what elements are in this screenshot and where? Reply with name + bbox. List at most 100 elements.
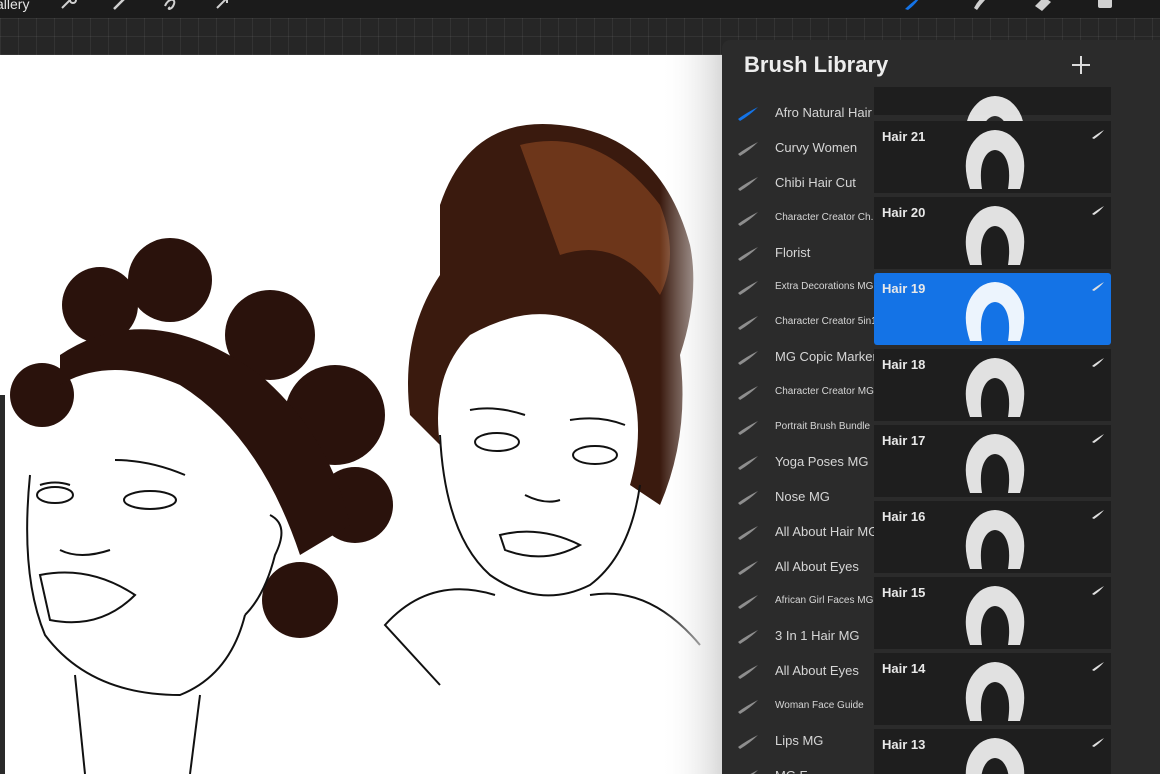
transform-icon[interactable] — [212, 0, 234, 14]
brush-set-item[interactable]: Yoga Poses MG — [722, 444, 874, 479]
brush-stroke-icon — [1091, 355, 1105, 367]
brush-set-label: All About Eyes — [775, 558, 859, 574]
wrench-icon[interactable] — [58, 0, 80, 14]
brush-set-item[interactable]: Lips MG — [722, 723, 874, 758]
layers-icon[interactable] — [1094, 0, 1116, 14]
brush-stroke-icon — [736, 591, 760, 611]
brush-set-item[interactable]: African Girl Faces MG — [722, 583, 874, 618]
panel-title: Brush Library — [744, 52, 889, 77]
brush-stroke-icon — [736, 487, 760, 507]
brush-item[interactable]: Hair 20 — [874, 197, 1111, 269]
brush-set-label: Chibi Hair Cut — [775, 174, 856, 190]
brush-set-item[interactable]: Character Creator 5in1 — [722, 304, 877, 339]
brush-set-item[interactable]: Portrait Brush Bundle — [722, 409, 874, 444]
brush-set-item[interactable]: Chibi Hair Cut — [722, 165, 874, 200]
hair-preview-icon — [965, 130, 1025, 189]
magic-wand-icon[interactable] — [110, 0, 132, 14]
brush-stroke-icon — [1091, 279, 1105, 291]
brush-set-item[interactable]: Character Creator Ch... — [722, 200, 879, 235]
brush-set-label: Character Creator MG — [775, 386, 874, 398]
brush-stroke-icon — [736, 382, 760, 402]
brush-stroke-icon — [736, 522, 760, 542]
brush-stroke-icon — [736, 208, 760, 228]
brush-stroke-icon — [1091, 127, 1105, 139]
brush-set-item[interactable]: All About Eyes — [722, 549, 874, 584]
brush-stroke-icon — [736, 766, 760, 774]
brush-stroke-icon — [1091, 735, 1105, 747]
brush-item[interactable]: Hair 14 — [874, 653, 1111, 725]
brush-set-item[interactable]: Curvy Women — [722, 130, 874, 165]
hair-preview-icon — [965, 510, 1025, 569]
brush-name: Hair 15 — [882, 585, 926, 600]
brush-stroke-icon — [736, 243, 760, 263]
brush-set-list: Afro Natural Hair Curvy Women Chibi Hair C… — [722, 95, 883, 774]
brush-item[interactable] — [874, 87, 1111, 155]
brush-stroke-icon — [1091, 583, 1105, 595]
brush-set-item[interactable]: Nose MG — [722, 479, 874, 514]
gallery-button[interactable]: allery — [0, 0, 29, 12]
brush-stroke-icon — [736, 626, 760, 646]
brush-item[interactable]: Hair 21 — [874, 121, 1111, 193]
brush-stroke-icon — [1091, 431, 1105, 443]
brush-stroke-icon — [1091, 203, 1105, 215]
panel-fade — [1112, 95, 1160, 774]
brush-icon[interactable] — [902, 0, 924, 14]
brush-stroke-icon — [736, 417, 760, 437]
brush-name: Hair 14 — [882, 661, 926, 676]
brush-item[interactable]: Hair 19 — [874, 273, 1111, 345]
drawing-canvas[interactable] — [0, 55, 722, 774]
brush-stroke-icon — [736, 452, 760, 472]
brush-set-label: All About Hair MG — [775, 523, 879, 539]
brush-set-item[interactable]: Florist — [722, 235, 874, 270]
brush-item[interactable]: Hair 17 — [874, 425, 1111, 497]
illustration — [10, 55, 722, 774]
brush-stroke-icon — [736, 661, 760, 681]
brush-stroke-icon — [736, 173, 760, 193]
hair-preview-icon — [965, 206, 1025, 265]
hair-preview-icon — [965, 586, 1025, 645]
brush-set-label: Curvy Women — [775, 139, 858, 155]
brush-stroke-icon — [736, 557, 760, 577]
brush-set-item[interactable]: All About Eyes — [722, 653, 874, 688]
selection-icon[interactable] — [160, 0, 182, 14]
brush-set-item[interactable]: All About Hair MG — [722, 514, 878, 549]
brush-name: Hair 19 — [882, 281, 926, 296]
hair-preview-icon — [965, 282, 1025, 341]
smudge-icon[interactable] — [968, 0, 990, 14]
brush-set-label: MG Copic Markers — [775, 349, 884, 365]
brush-set-item[interactable]: Woman Face Guide — [722, 688, 874, 723]
brush-name: Hair 20 — [882, 205, 926, 220]
brush-set-label: Florist — [775, 244, 811, 260]
brush-set-item[interactable]: MG F... — [722, 758, 874, 774]
plus-icon[interactable] — [1070, 54, 1092, 76]
brush-set-item[interactable]: Character Creator MG — [722, 374, 874, 409]
brush-set-label: 3 In 1 Hair MG — [775, 628, 860, 644]
brush-set-item[interactable]: Extra Decorations MG — [722, 269, 874, 304]
brush-set-label: Woman Face Guide — [775, 700, 864, 712]
brush-set-label: MG F... — [775, 768, 817, 774]
brush-set-label: Portrait Brush Bundle — [775, 421, 871, 433]
brush-set-label: Extra Decorations MG — [775, 281, 874, 293]
top-toolbar: allery — [0, 0, 1160, 18]
brush-name: Hair 13 — [882, 737, 926, 752]
hair-preview-icon — [965, 434, 1025, 493]
brush-stroke-icon — [736, 138, 760, 158]
brush-set-label: Lips MG — [775, 733, 824, 749]
brush-item[interactable]: Hair 16 — [874, 501, 1111, 573]
brush-set-label: Afro Natural Hair — [775, 105, 872, 120]
brush-stroke-icon — [1091, 659, 1105, 671]
eraser-icon[interactable] — [1032, 0, 1054, 14]
brush-set-label: African Girl Faces MG — [775, 595, 874, 607]
hair-preview-icon — [965, 738, 1025, 774]
sidebar-handle[interactable] — [0, 395, 5, 774]
brush-item[interactable]: Hair 18 — [874, 349, 1111, 421]
brush-set-item[interactable]: MG Copic Markers — [722, 339, 883, 374]
brush-stroke-icon — [1091, 507, 1105, 519]
brush-stroke-icon — [736, 731, 760, 751]
brush-set-item[interactable]: Afro Natural Hair — [722, 95, 874, 130]
brush-item[interactable]: Hair 15 — [874, 577, 1111, 649]
brush-name: Hair 17 — [882, 433, 926, 448]
brush-item[interactable]: Hair 13 — [874, 729, 1111, 774]
brush-set-item[interactable]: 3 In 1 Hair MG — [722, 618, 874, 653]
brush-set-label: Yoga Poses MG — [775, 453, 869, 469]
